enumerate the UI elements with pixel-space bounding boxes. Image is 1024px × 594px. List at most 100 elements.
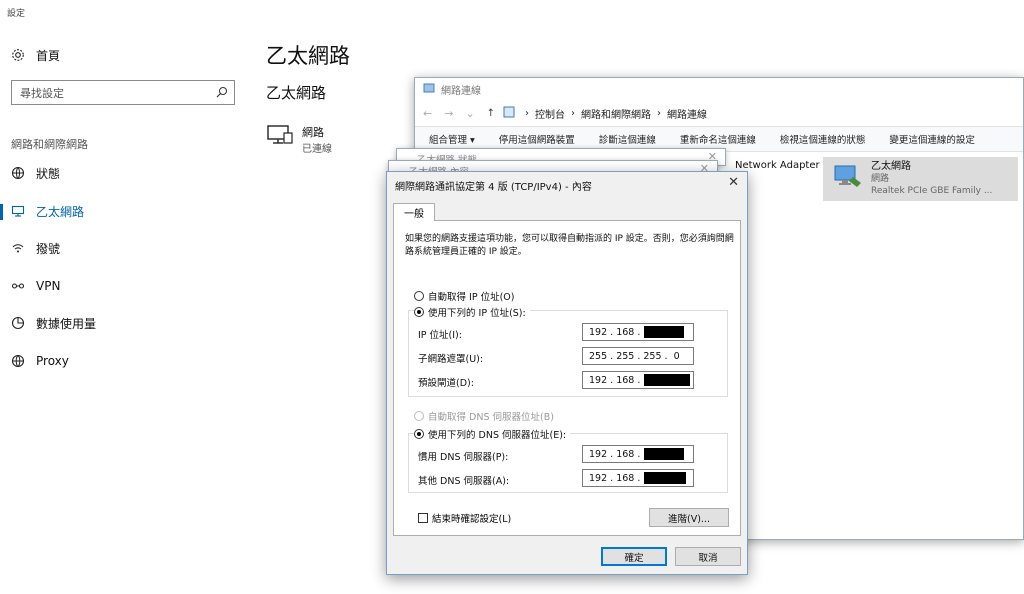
radio-selected-icon — [414, 429, 424, 439]
radio-selected-icon — [414, 307, 424, 317]
screen: 設定 首頁 尋找設定 網路和網際網路 狀態 乙太網路 撥號 VPN 數據使用量 … — [0, 0, 1024, 594]
recent-dropdown-icon[interactable]: ⌄ — [465, 107, 474, 120]
tab-general[interactable]: 一般 — [393, 203, 435, 221]
manual-dns-label: 使用下列的 DNS 伺服器位址(E): — [428, 430, 567, 441]
radio-icon — [414, 411, 424, 421]
adapter-status: 網路 — [871, 174, 890, 184]
app-title: 設定 — [7, 9, 26, 19]
subnet-mask-field[interactable]: 255 . 255 . 255 . 0 — [582, 347, 694, 365]
sidebar-item-label: 乙太網路 — [36, 204, 85, 219]
alternate-dns-label: 其他 DNS 伺服器(A): — [418, 476, 510, 487]
adapter-label: Network Adapter — [735, 160, 820, 171]
address-bar[interactable]: ← → ⌄ ↑ › 控制台 › 網路和網際網路 › 網路連線 — [415, 100, 1023, 126]
breadcrumb-separator: › — [525, 107, 530, 119]
globe-status-icon — [10, 165, 26, 181]
rename-command[interactable]: 重新命名這個連線 — [680, 132, 756, 146]
preferred-dns-field[interactable]: 192 . 168 . — [582, 445, 694, 463]
sidebar-item-status[interactable]: 狀態 — [10, 162, 60, 184]
gear-icon — [10, 47, 26, 63]
manual-ip-radio[interactable]: 使用下列的 IP 位址(S): — [414, 305, 530, 319]
sidebar-item-proxy[interactable]: Proxy — [10, 350, 69, 372]
adapter-device: Realtek PCIe GBE Family ... — [871, 186, 993, 196]
sidebar-item-ethernet[interactable]: 乙太網路 — [10, 200, 84, 222]
network-folder-icon — [423, 82, 435, 97]
close-icon[interactable]: ✕ — [728, 175, 739, 190]
disable-device-command[interactable]: 停用這個網路裝置 — [499, 132, 575, 146]
redaction-box — [644, 374, 691, 386]
sidebar-item-data-usage[interactable]: 數據使用量 — [10, 312, 96, 334]
globe-icon — [10, 353, 26, 369]
window-titlebar: 網路連線 — [415, 78, 1023, 100]
vpn-icon — [10, 278, 26, 294]
nav-home[interactable]: 首頁 — [10, 44, 60, 66]
alternate-dns-field[interactable]: 192 . 168 . — [582, 469, 694, 487]
preferred-dns-value: 192 . 168 . — [589, 448, 641, 460]
network-status: 已連線 — [302, 144, 332, 155]
view-status-command[interactable]: 檢視這個連線的狀態 — [780, 132, 866, 146]
redaction-box — [644, 326, 685, 338]
gateway-value: 192 . 168 . — [589, 374, 641, 386]
data-usage-icon — [10, 315, 26, 331]
auto-ip-label: 自動取得 IP 位址(O) — [428, 292, 515, 303]
sidebar-item-label: Proxy — [36, 354, 69, 368]
change-settings-command[interactable]: 變更這個連線的設定 — [889, 132, 975, 146]
cancel-button[interactable]: 取消 — [675, 547, 741, 566]
ip-address-field[interactable]: 192 . 168 . — [582, 323, 694, 341]
ok-button[interactable]: 確定 — [601, 547, 667, 566]
network-name: 網路 — [302, 126, 324, 139]
forward-icon[interactable]: → — [444, 107, 453, 120]
breadcrumb-separator: › — [657, 107, 662, 119]
checkbox-icon — [418, 513, 428, 523]
breadcrumb-item[interactable]: 控制台 — [535, 106, 565, 121]
page-subtitle: 乙太網路 — [266, 84, 327, 102]
search-placeholder: 尋找設定 — [20, 86, 64, 100]
gateway-label: 預設閘道(D): — [418, 378, 474, 389]
active-indicator — [0, 204, 3, 220]
ethernet-icon — [10, 203, 26, 219]
organize-menu[interactable]: 組合管理 ▾ — [429, 132, 475, 146]
sidebar-item-dialup[interactable]: 撥號 — [10, 237, 60, 259]
up-icon[interactable]: ↑ — [487, 108, 495, 119]
breadcrumb-item[interactable]: 網路連線 — [667, 106, 707, 121]
preferred-dns-label: 慣用 DNS 伺服器(P): — [418, 452, 509, 463]
general-panel: 如果您的網路支援這項功能，您可以取得自動指派的 IP 設定。否則，您必須詢問網路… — [393, 220, 741, 536]
dialog-description: 如果您的網路支援這項功能，您可以取得自動指派的 IP 設定。否則，您必須詢問網路… — [405, 234, 734, 257]
sidebar-item-label: 撥號 — [36, 241, 61, 256]
monitor-network-icon — [266, 124, 294, 155]
ipv4-properties-dialog: 網際網路通訊協定第 4 版 (TCP/IPv4) - 內容 ✕ 一般 如果您的網… — [386, 171, 748, 575]
subnet-mask-label: 子網路遮罩(U): — [418, 354, 484, 365]
window-title: 網路連線 — [441, 85, 481, 97]
diagnose-command[interactable]: 診斷這個連線 — [599, 132, 656, 146]
sidebar-item-vpn[interactable]: VPN — [10, 275, 60, 297]
auto-ip-radio[interactable]: 自動取得 IP 位址(O) — [414, 289, 514, 303]
advanced-button[interactable]: 進階(V)... — [649, 508, 729, 527]
control-panel-icon — [503, 106, 515, 121]
section-label: 網路和網際網路 — [11, 138, 88, 151]
manual-dns-radio[interactable]: 使用下列的 DNS 伺服器位址(E): — [414, 427, 571, 441]
alternate-dns-value: 192 . 168 . — [589, 472, 641, 484]
validate-settings-checkbox[interactable]: 結束時確認設定(L) — [418, 511, 511, 525]
gateway-field[interactable]: 192 . 168 . — [582, 371, 694, 389]
search-input[interactable]: 尋找設定 — [11, 80, 235, 105]
dialog-title: 網際網路通訊協定第 4 版 (TCP/IPv4) - 內容 — [395, 182, 592, 193]
ip-address-value: 192 . 168 . — [589, 326, 641, 338]
dialup-icon — [10, 240, 26, 256]
ip-address-label: IP 位址(I): — [418, 330, 462, 341]
manual-ip-label: 使用下列的 IP 位址(S): — [428, 308, 526, 319]
redaction-box — [644, 472, 687, 484]
sidebar-item-label: 狀態 — [36, 166, 61, 181]
breadcrumb-separator: › — [571, 107, 576, 119]
search-icon — [216, 86, 228, 101]
network-adapter-icon — [833, 163, 863, 195]
adapter-item-ethernet[interactable]: 乙太網路 網路 Realtek PCIe GBE Family ... — [823, 157, 1018, 201]
radio-icon — [414, 291, 424, 301]
sidebar-item-label: 數據使用量 — [36, 316, 97, 331]
auto-dns-radio[interactable]: 自動取得 DNS 伺服器位址(B) — [414, 409, 554, 423]
redaction-box — [644, 448, 685, 460]
page-title: 乙太網路 — [266, 44, 350, 68]
back-icon[interactable]: ← — [423, 107, 432, 120]
network-item[interactable]: 網路 已連線 — [266, 124, 332, 155]
auto-dns-label: 自動取得 DNS 伺服器位址(B) — [428, 412, 554, 423]
breadcrumb-item[interactable]: 網路和網際網路 — [581, 106, 651, 121]
validate-settings-label: 結束時確認設定(L) — [432, 514, 512, 525]
